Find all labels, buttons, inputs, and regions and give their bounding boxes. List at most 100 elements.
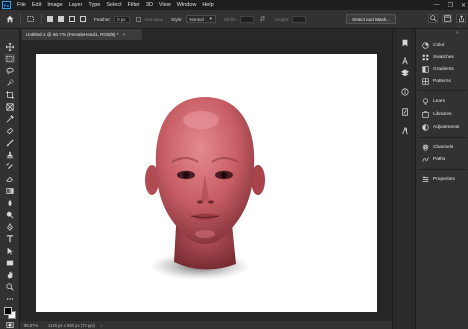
document-info: 1120 px x 860 px (72 ppi) <box>48 322 95 328</box>
feather-input[interactable]: 0 px <box>114 15 131 23</box>
move-tool-icon[interactable] <box>5 42 15 51</box>
options-right <box>428 14 466 23</box>
search-icon[interactable] <box>428 14 438 23</box>
panel-dock: » Color Swatches Gradients Patterns Lear… <box>416 29 468 329</box>
quick-selection-tool-icon[interactable] <box>5 78 15 87</box>
panel-libraries[interactable]: Libraries <box>416 108 468 120</box>
type-tool-icon[interactable] <box>5 234 15 243</box>
chevron-down-icon: ▾ <box>209 16 212 21</box>
add-to-selection-icon[interactable] <box>58 16 64 22</box>
height-input[interactable] <box>292 15 307 23</box>
spot-healing-brush-icon[interactable] <box>5 126 15 135</box>
divider <box>41 14 42 24</box>
more-tools-icon[interactable] <box>5 294 15 303</box>
intersect-selection-icon[interactable] <box>80 16 86 22</box>
style-select[interactable]: Normal ▾ <box>185 15 216 23</box>
document-canvas[interactable] <box>36 54 377 312</box>
hand-tool-icon[interactable] <box>5 270 15 279</box>
lightbulb-icon <box>421 97 429 105</box>
frame-tool-icon[interactable] <box>5 102 15 111</box>
menu-3d[interactable]: 3D <box>146 2 153 8</box>
panel-color[interactable]: Color <box>416 39 468 51</box>
female-head-render <box>145 97 265 280</box>
eraser-tool-icon[interactable] <box>5 174 15 183</box>
menu-view[interactable]: View <box>159 2 171 8</box>
gradient-tool-icon[interactable] <box>5 186 15 195</box>
select-and-mask-button[interactable]: Select and Mask... <box>346 14 396 24</box>
antialias-label: Anti-alias <box>144 16 164 22</box>
swatches-grid-icon <box>421 53 429 61</box>
menu-layer[interactable]: Layer <box>69 2 83 8</box>
dodge-tool-icon[interactable] <box>5 210 15 219</box>
foreground-color-swatch[interactable] <box>4 307 12 315</box>
layers-panel-icon[interactable] <box>400 68 410 78</box>
panel-patterns[interactable]: Patterns <box>416 75 468 87</box>
menu-select[interactable]: Select <box>106 2 121 8</box>
quick-mask-icon[interactable] <box>5 320 15 329</box>
channels-icon <box>421 143 429 151</box>
width-label: Width: <box>223 16 237 22</box>
rectangular-marquee-tool-icon[interactable] <box>5 54 15 63</box>
info-panel-icon[interactable] <box>400 87 410 97</box>
home-icon[interactable] <box>6 15 14 23</box>
options-bar: Feather: 0 px Anti-alias Style: Normal ▾… <box>0 10 468 29</box>
collapse-panels-icon[interactable]: » <box>456 30 459 36</box>
close-button[interactable]: ✕ <box>461 2 466 9</box>
minimize-button[interactable]: — <box>434 2 440 8</box>
menu-image[interactable]: Image <box>47 2 62 8</box>
panel-gradients[interactable]: Gradients <box>416 63 468 75</box>
paragraph-panel-icon[interactable] <box>400 126 410 136</box>
new-selection-icon[interactable] <box>47 16 53 22</box>
menu-file[interactable]: File <box>17 2 26 8</box>
eyedropper-tool-icon[interactable] <box>5 114 15 123</box>
library-icon <box>421 110 429 118</box>
paths-icon <box>421 155 429 163</box>
menu-filter[interactable]: Filter <box>128 2 140 8</box>
path-selection-tool-icon[interactable] <box>5 246 15 255</box>
character-panel-icon[interactable] <box>400 56 410 66</box>
maximize-button[interactable]: ❐ <box>448 2 453 9</box>
marquee-preset-icon[interactable] <box>27 15 35 23</box>
swap-dimensions-icon[interactable] <box>259 15 267 23</box>
antialias-checkbox[interactable] <box>136 16 142 22</box>
blur-tool-icon[interactable] <box>5 198 15 207</box>
zoom-tool-icon[interactable] <box>5 282 15 291</box>
menu-window[interactable]: Window <box>177 2 197 8</box>
crop-tool-icon[interactable] <box>5 90 15 99</box>
adjustments-icon <box>421 123 429 131</box>
style-select-value: Normal <box>189 16 204 22</box>
panel-label: Paths <box>433 156 446 162</box>
panel-label: Channels <box>433 144 454 150</box>
panel-properties[interactable]: Properties <box>416 173 468 185</box>
history-panel-icon[interactable] <box>400 38 410 48</box>
menu-type[interactable]: Type <box>88 2 100 8</box>
lasso-tool-icon[interactable] <box>5 66 15 75</box>
subtract-from-selection-icon[interactable] <box>69 16 75 22</box>
document-tab[interactable]: Untitled-1 @ 66.7% (FemaleHead1, RGB/8) … <box>22 29 142 40</box>
panel-label: Adjustments <box>433 124 460 130</box>
chevron-right-icon[interactable]: › <box>101 323 102 328</box>
panel-adjustments[interactable]: Adjustments <box>416 121 468 133</box>
menu-edit[interactable]: Edit <box>32 2 41 8</box>
clone-stamp-tool-icon[interactable] <box>5 150 15 159</box>
panel-learn[interactable]: Learn <box>416 95 468 107</box>
divider <box>418 90 466 91</box>
workspace-icon[interactable] <box>442 14 452 23</box>
tools-panel <box>0 29 20 329</box>
brush-settings-icon[interactable] <box>400 107 410 117</box>
menu-help[interactable]: Help <box>202 2 213 8</box>
pen-tool-icon[interactable] <box>5 222 15 231</box>
divider <box>418 137 466 138</box>
brush-tool-icon[interactable] <box>5 138 15 147</box>
zoom-level[interactable]: 66.67% <box>24 323 48 328</box>
panel-channels[interactable]: Channels <box>416 141 468 153</box>
panel-swatches[interactable]: Swatches <box>416 51 468 63</box>
width-input[interactable] <box>239 15 254 23</box>
history-brush-tool-icon[interactable] <box>5 162 15 171</box>
photoshop-logo-icon: Ps <box>2 1 11 9</box>
share-icon[interactable] <box>456 14 466 23</box>
close-tab-icon[interactable]: × <box>123 32 126 37</box>
panel-label: Properties <box>433 176 455 182</box>
panel-paths[interactable]: Paths <box>416 153 468 165</box>
rectangle-tool-icon[interactable] <box>5 258 15 267</box>
